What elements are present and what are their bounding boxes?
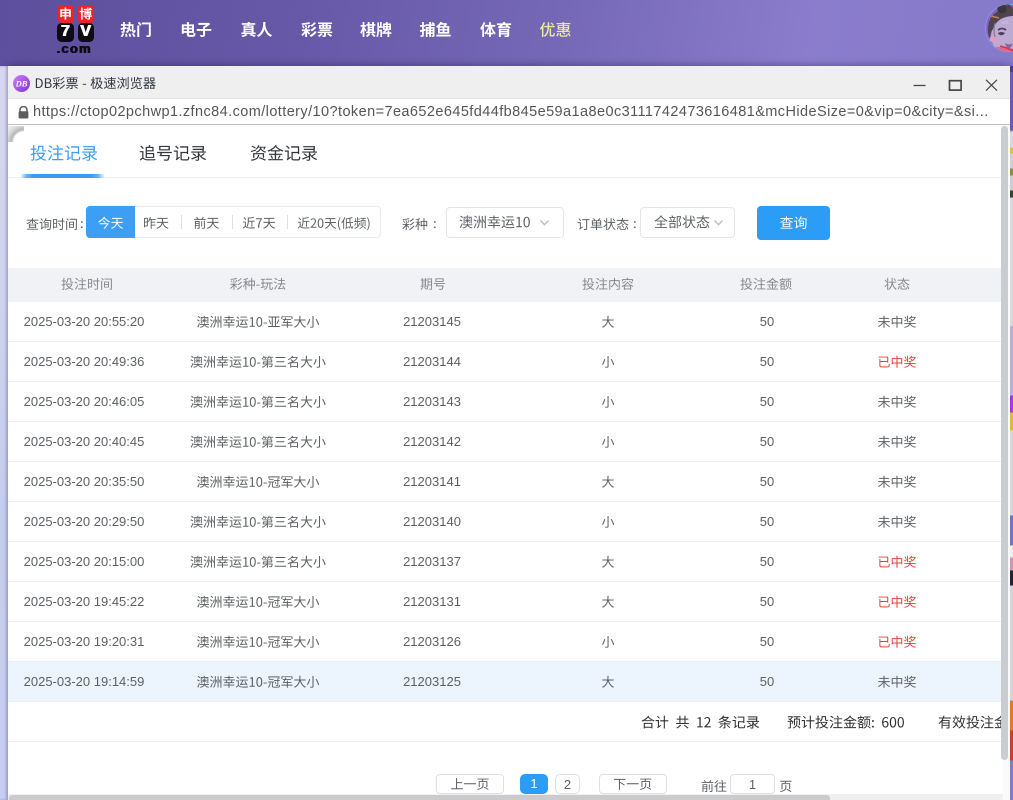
svg-text:DB: DB	[15, 78, 28, 88]
